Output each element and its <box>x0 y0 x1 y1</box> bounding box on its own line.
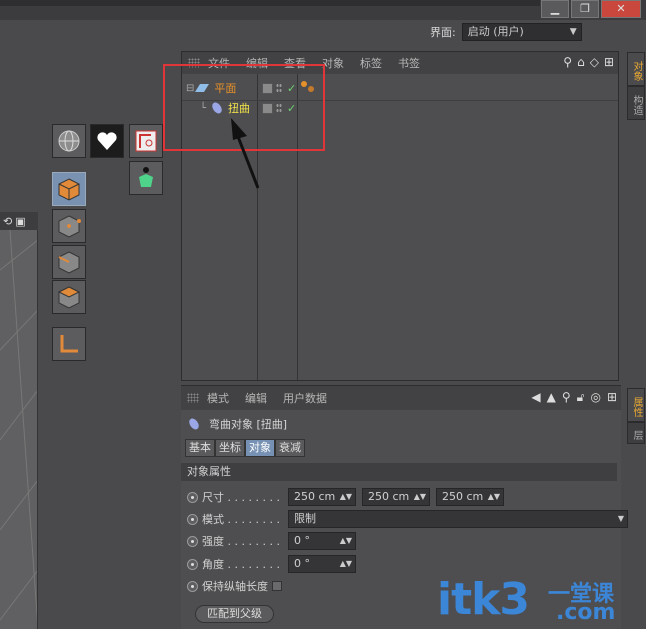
tab-coord[interactable]: 坐标 <box>215 439 245 457</box>
menu-mode[interactable]: 模式 <box>207 390 229 406</box>
keep-length-checkbox[interactable] <box>272 581 282 591</box>
attribute-manager-tools: ◀ ▲ ⚲ 🔓︎ ◎ ⊞ <box>531 390 617 405</box>
polygons-mode-tool[interactable] <box>52 280 86 314</box>
property-keep-length: 保持纵轴长度 <box>187 576 282 596</box>
spline-pen-icon <box>135 130 157 152</box>
property-angle: 角度 . . . . . . . . 0 ° ▲▼ <box>187 554 356 574</box>
eye-icon[interactable]: ◇ <box>590 55 599 69</box>
title-bar-shadow <box>0 0 540 6</box>
attribute-title: 弯曲对象 [扭曲] <box>187 416 287 432</box>
menu-objects[interactable]: 对象 <box>322 55 344 71</box>
menu-bookmarks[interactable]: 书签 <box>398 55 420 71</box>
tab-basic[interactable]: 基本 <box>185 439 215 457</box>
cube-points-icon <box>58 215 81 238</box>
figure-icon <box>139 167 153 187</box>
attribute-tabs: 基本 坐标 对象 衰减 <box>185 439 305 457</box>
heart-tool[interactable] <box>90 124 124 158</box>
tab-attributes[interactable]: 属性 <box>627 388 645 422</box>
property-strength: 强度 . . . . . . . . 0 ° ▲▼ <box>187 531 356 551</box>
strength-input[interactable]: 0 ° ▲▼ <box>288 532 356 550</box>
view-window-icon[interactable]: ▣ <box>15 215 25 228</box>
viewport-header: ⟲ ▣ <box>0 212 38 230</box>
spinner-icon: ▲▼ <box>339 536 352 545</box>
panel-grip-icon[interactable] <box>187 393 199 403</box>
layout-label: 界面: <box>430 26 456 39</box>
sphere-primitive-tool[interactable] <box>52 124 86 158</box>
back-arrow-icon[interactable]: ◀ <box>531 390 540 405</box>
attribute-title-text: 弯曲对象 [扭曲] <box>209 418 288 431</box>
cube-edges-icon <box>58 251 80 274</box>
watermark-domain: .com <box>556 600 616 625</box>
edges-mode-tool[interactable] <box>52 245 86 279</box>
size-z-input[interactable]: 250 cm ▲▼ <box>436 488 504 506</box>
tab-falloff[interactable]: 衰减 <box>275 439 305 457</box>
home-icon[interactable]: ⌂ <box>577 55 585 69</box>
watermark-logo: itk3 <box>437 574 530 625</box>
section-header: 对象属性 <box>181 463 617 481</box>
cube-polygons-icon <box>57 286 81 309</box>
tab-structure[interactable]: 构造 <box>627 86 645 120</box>
animate-radio[interactable] <box>187 580 198 592</box>
animate-radio[interactable] <box>187 558 198 570</box>
window-controls: ▁ ❐ ✕ <box>541 0 641 18</box>
property-label: 尺寸 . . . . . . . . <box>202 491 280 504</box>
heart-icon <box>97 132 117 150</box>
cube-icon <box>58 178 80 201</box>
new-window-icon[interactable]: ⊞ <box>607 390 617 405</box>
points-mode-tool[interactable] <box>52 209 86 243</box>
spline-tool[interactable] <box>129 124 163 158</box>
object-manager-tools: ⚲ ⌂ ◇ ⊞ <box>563 55 614 69</box>
new-window-icon[interactable]: ⊞ <box>604 55 614 69</box>
spinner-icon: ▲▼ <box>339 492 352 501</box>
lock-icon[interactable]: 🔓︎ <box>577 390 585 405</box>
property-label: 强度 . . . . . . . . <box>202 535 280 548</box>
size-x-input[interactable]: 250 cm ▲▼ <box>288 488 356 506</box>
property-label: 保持纵轴长度 <box>202 580 268 593</box>
chevron-down-icon: ▼ <box>569 27 577 37</box>
spinner-icon: ▲▼ <box>339 559 352 568</box>
layout-select-value: 启动 (用户) <box>467 25 524 38</box>
tab-object[interactable]: 对象 <box>245 439 275 457</box>
tab-objects[interactable]: 对象 <box>627 52 645 86</box>
animate-radio[interactable] <box>187 535 198 547</box>
layout-selector-row: 界面: 启动 (用户) ▼ <box>430 22 582 42</box>
character-tool[interactable] <box>129 161 163 195</box>
mode-select[interactable]: 限制 ▼ <box>288 510 628 528</box>
property-size: 尺寸 . . . . . . . . 250 cm ▲▼ 250 cm ▲▼ 250… <box>187 487 504 507</box>
spinner-icon: ▲▼ <box>413 492 426 501</box>
search-icon[interactable]: ⚲ <box>563 55 572 69</box>
menu-tags[interactable]: 标签 <box>360 55 382 71</box>
tab-layers[interactable]: 层 <box>627 422 645 444</box>
model-mode-tool[interactable] <box>52 172 86 206</box>
property-label: 角度 . . . . . . . . <box>202 558 280 571</box>
maximize-button[interactable]: ❐ <box>571 0 599 18</box>
axis-icon <box>60 335 78 353</box>
search-icon[interactable]: ⚲ <box>562 390 571 405</box>
chevron-down-icon: ▼ <box>617 514 624 523</box>
minimize-button[interactable]: ▁ <box>541 0 569 18</box>
sphere-grid-icon <box>58 130 80 152</box>
target-icon[interactable]: ◎ <box>590 390 600 405</box>
layout-select[interactable]: 启动 (用户) ▼ <box>461 23 582 41</box>
viewport[interactable] <box>0 230 38 629</box>
animate-radio[interactable] <box>187 513 198 525</box>
bend-icon <box>189 418 199 430</box>
size-y-input[interactable]: 250 cm ▲▼ <box>362 488 430 506</box>
spinner-icon: ▲▼ <box>487 492 500 501</box>
annotation-arrow-icon <box>231 118 260 189</box>
view-rotate-icon[interactable]: ⟲ <box>3 215 12 228</box>
property-label: 模式 . . . . . . . . <box>202 513 280 526</box>
close-button[interactable]: ✕ <box>601 0 641 18</box>
angle-input[interactable]: 0 ° ▲▼ <box>288 555 356 573</box>
animate-radio[interactable] <box>187 491 198 503</box>
fit-to-parent-button[interactable]: 匹配到父级 <box>195 605 274 623</box>
axis-mode-tool[interactable] <box>52 327 86 361</box>
up-arrow-icon[interactable]: ▲ <box>547 390 556 405</box>
menu-user-data[interactable]: 用户数据 <box>283 390 327 406</box>
viewport-grid <box>0 230 37 622</box>
menu-edit[interactable]: 编辑 <box>245 390 267 406</box>
property-mode: 模式 . . . . . . . . 限制 ▼ <box>187 509 628 529</box>
